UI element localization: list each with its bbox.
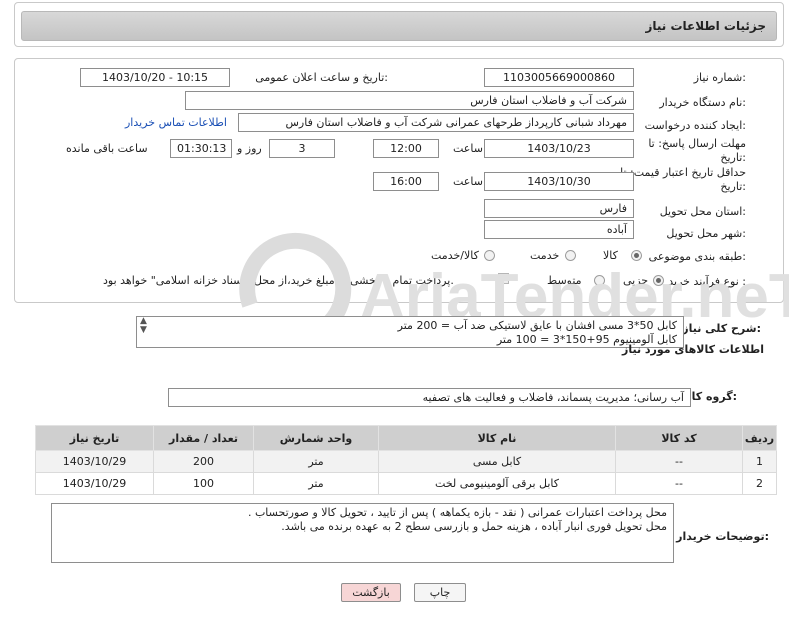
page-title: جزئیات اطلاعات نیاز — [645, 19, 766, 33]
table-row: 1 -- کابل مسی متر 200 1403/10/29 — [35, 450, 777, 473]
category-goods-radio[interactable] — [631, 250, 642, 261]
cell-row: 1 — [742, 450, 777, 473]
description-line-1: کابل 50*3 مسی افشان با عایق لاستیکی ضد آ… — [397, 319, 677, 332]
col-row-header: ردیف — [742, 425, 777, 451]
scroll-up-down-icon[interactable]: ▲ ▼ — [140, 317, 147, 335]
buyer-notes-line-1: محل پرداخت اعتبارات عمرانی ( نقد - بازه … — [247, 506, 667, 519]
deadline-date-label: تاریخ: — [720, 151, 746, 164]
days-label: روز و — [237, 142, 262, 155]
validity-time-label: ساعت — [453, 175, 483, 188]
need-number-label: شماره نیاز: — [693, 71, 746, 84]
deadline-time-field: 12:00 — [373, 139, 439, 158]
process-medium-radio[interactable] — [594, 275, 605, 286]
cell-date: 1403/10/29 — [35, 472, 154, 495]
treasury-payment-checkbox[interactable] — [498, 273, 509, 284]
back-button[interactable]: بازگشت — [341, 583, 401, 602]
cell-date: 1403/10/29 — [35, 450, 154, 473]
validity-label: حداقل تاریخ اعتبار قیمت: تا — [620, 166, 746, 179]
category-both-label: کالا/خدمت — [431, 249, 479, 262]
deadline-label: مهلت ارسال پاسخ: تا — [648, 137, 746, 150]
city-label: شهر محل تحویل: — [666, 227, 746, 240]
cell-unit: متر — [253, 450, 379, 473]
cell-code: -- — [615, 450, 743, 473]
col-date-header: تاریخ نیاز — [35, 425, 154, 451]
goods-group-label: گروه کالا: — [683, 390, 737, 403]
col-name-header: نام کالا — [378, 425, 616, 451]
cell-name: کابل مسی — [378, 450, 616, 473]
category-goods-label: کالا — [603, 249, 618, 262]
city-field: آباده — [484, 220, 634, 239]
col-qty-header: تعداد / مقدار — [153, 425, 254, 451]
description-label: شرح کلی نیاز: — [682, 322, 761, 335]
buyer-org-field: شرکت آب و فاضلاب استان فارس — [185, 91, 634, 110]
buyer-notes-line-2: محل تحویل فوری انبار آباده ، هزینه حمل و… — [281, 520, 667, 533]
announce-label: تاریخ و ساعت اعلان عمومی: — [255, 71, 388, 84]
process-label: نوع فرآیند خرید : — [668, 275, 746, 288]
requester-label: ایجاد کننده درخواست: — [644, 119, 746, 132]
process-medium-label: متوسط — [547, 274, 582, 287]
cell-qty: 200 — [153, 450, 254, 473]
goods-group-field: آب رسانی؛ مدیریت پسماند، فاضلاب و فعالیت… — [168, 388, 691, 407]
table-row: 2 -- کابل برقی آلومینیومی لخت متر 100 14… — [35, 472, 777, 495]
header-bar: جزئیات اطلاعات نیاز — [21, 11, 777, 41]
category-both-radio[interactable] — [484, 250, 495, 261]
cell-row: 2 — [742, 472, 777, 495]
process-minor-label: جزیی — [623, 274, 649, 287]
announce-field: 1403/10/20 - 10:15 — [80, 68, 230, 87]
process-minor-radio[interactable] — [653, 275, 664, 286]
cell-qty: 100 — [153, 472, 254, 495]
print-button[interactable]: چاپ — [414, 583, 466, 602]
validity-date-label: تاریخ: — [720, 180, 746, 193]
days-field: 3 — [269, 139, 335, 158]
buyer-notes-textarea[interactable]: محل پرداخت اعتبارات عمرانی ( نقد - بازه … — [51, 503, 674, 563]
buyer-notes-label: توضیحات خریدار: — [676, 530, 769, 543]
requester-field: مهرداد شبانی کارپرداز طرحهای عمرانی شرکت… — [238, 113, 634, 132]
col-code-header: کد کالا — [615, 425, 743, 451]
province-label: استان محل تحویل: — [659, 205, 746, 218]
category-service-radio[interactable] — [565, 250, 576, 261]
cell-unit: متر — [253, 472, 379, 495]
validity-time-field: 16:00 — [373, 172, 439, 191]
remaining-time-field: 01:30:13 — [170, 139, 232, 158]
items-table: ردیف کد کالا نام کالا واحد شمارش تعداد /… — [35, 425, 777, 495]
description-line-2: کابل آلومینیوم 95+150*3 = 100 متر — [496, 333, 677, 346]
treasury-payment-note: پرداخت تمام یا بخشی از مبلغ خرید،از محل … — [103, 274, 454, 287]
buyer-contact-link[interactable]: اطلاعات تماس خریدار — [125, 116, 227, 129]
col-unit-header: واحد شمارش — [253, 425, 379, 451]
cell-name: کابل برقی آلومینیومی لخت — [378, 472, 616, 495]
buyer-org-label: نام دستگاه خریدار: — [659, 96, 746, 109]
goods-section-title: اطلاعات کالاهای مورد نیاز — [622, 343, 764, 356]
deadline-time-label: ساعت — [453, 142, 483, 155]
validity-date-field: 1403/10/30 — [484, 172, 634, 191]
remaining-label: ساعت باقی مانده — [66, 142, 148, 155]
description-textarea[interactable]: کابل 50*3 مسی افشان با عایق لاستیکی ضد آ… — [136, 316, 684, 348]
table-header-row: ردیف کد کالا نام کالا واحد شمارش تعداد /… — [35, 425, 777, 451]
header-frame: جزئیات اطلاعات نیاز — [14, 2, 784, 47]
cell-code: -- — [615, 472, 743, 495]
deadline-date-field: 1403/10/23 — [484, 139, 634, 158]
category-label: طبقه بندی موضوعی: — [648, 250, 746, 263]
category-service-label: خدمت — [530, 249, 560, 262]
need-number-field: 1103005669000860 — [484, 68, 634, 87]
province-field: فارس — [484, 199, 634, 218]
